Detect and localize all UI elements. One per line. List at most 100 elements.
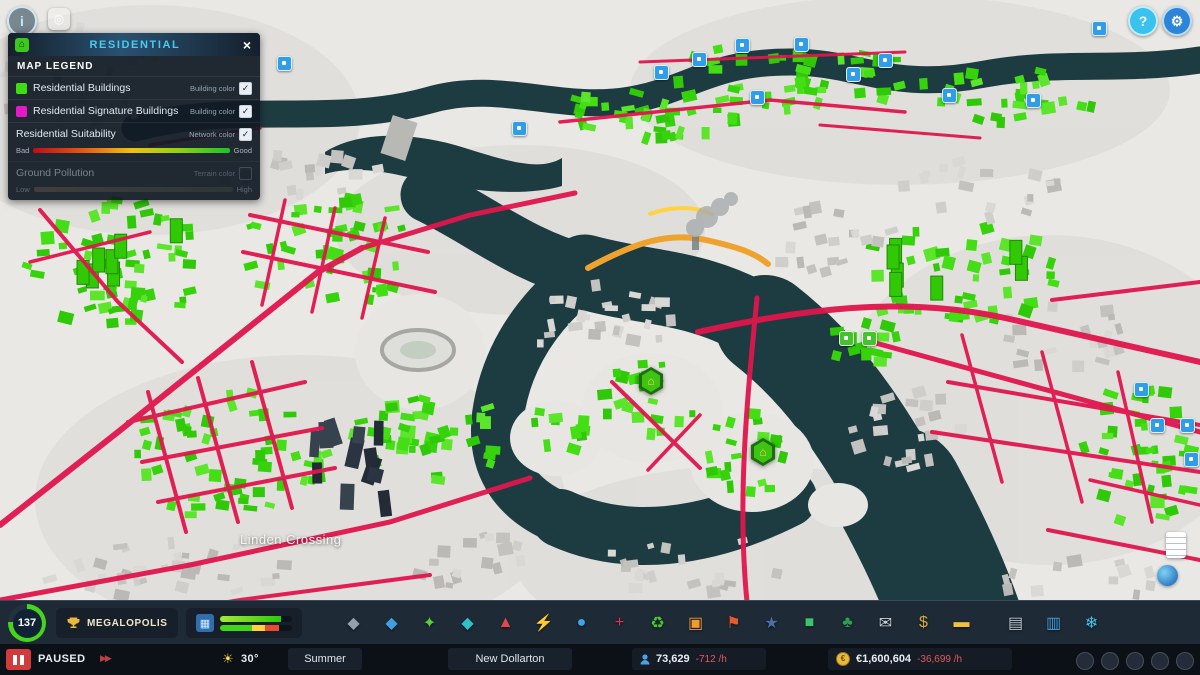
temperature-value: 30° xyxy=(241,653,259,665)
settings-button[interactable]: ⚙ xyxy=(1162,6,1192,36)
scale-min-label: Low xyxy=(16,185,30,194)
map-notification-marker[interactable] xyxy=(1150,418,1165,433)
network-color-checkbox[interactable]: ✓ xyxy=(239,127,252,141)
milestone-level-badge[interactable]: 137 xyxy=(8,604,46,642)
color-swatch xyxy=(16,82,27,94)
weather-icon: ☀ xyxy=(222,651,234,666)
toolbar-icon-climate[interactable]: ❄ xyxy=(1078,609,1105,636)
map-notification-marker[interactable] xyxy=(1092,21,1107,36)
money-rate: -36,699 /h xyxy=(917,653,963,665)
toggle-label: Terrain color xyxy=(193,168,235,178)
legend-label: Ground Pollution xyxy=(16,167,95,179)
toolbar-icon-production[interactable]: ▤ xyxy=(1002,609,1029,636)
toolbar-icon-parks[interactable]: ♣ xyxy=(834,609,861,636)
toolbar-icon-bulldozer[interactable]: ▬ xyxy=(948,609,975,636)
toolbar-icon-terraforming[interactable]: ▲ xyxy=(492,609,519,636)
legend-row-pollution: Ground Pollution Terrain color xyxy=(8,161,260,184)
map-notification-marker[interactable] xyxy=(735,38,750,53)
map-notification-marker[interactable] xyxy=(846,67,861,82)
pollution-gradient xyxy=(33,187,233,192)
toolbar-icon-communications[interactable]: ✉ xyxy=(872,609,899,636)
help-button[interactable]: ? xyxy=(1128,6,1158,36)
toolbar-icon-zoning[interactable]: ◆ xyxy=(340,609,367,636)
money-indicator[interactable]: € €1,600,604 -36,699 /h xyxy=(828,648,1012,670)
status-circle-button[interactable] xyxy=(1076,652,1094,670)
color-swatch xyxy=(16,105,27,117)
map-notification-marker[interactable] xyxy=(1184,452,1199,467)
toggle-label: Building color xyxy=(189,83,235,93)
status-circle-button[interactable] xyxy=(1101,652,1119,670)
rci-demand-bar xyxy=(220,624,292,631)
toolbar-icon-education[interactable]: ▣ xyxy=(682,609,709,636)
toolbar-icon-roads[interactable]: ◆ xyxy=(454,609,481,636)
legend-label: Residential Signature Buildings xyxy=(33,105,179,117)
pause-button[interactable] xyxy=(6,649,31,670)
map-notification-marker[interactable] xyxy=(1180,418,1195,433)
toolbar-icon-vegetation[interactable]: ✦ xyxy=(416,609,443,636)
demand-indicator[interactable]: ▦ xyxy=(186,608,302,638)
demand-bars xyxy=(220,615,292,631)
toolbar-icon-economy[interactable]: $ xyxy=(910,609,937,636)
panel-shortcuts: ▤ ▥ ❄ xyxy=(1002,609,1105,636)
toolbar-icon-statistics[interactable]: ▥ xyxy=(1040,609,1067,636)
map-notification-marker[interactable] xyxy=(692,52,707,67)
toolbar-icon-police[interactable]: ★ xyxy=(758,609,785,636)
toolbar-icon-garbage[interactable]: ♻ xyxy=(644,609,671,636)
trophy-icon xyxy=(67,617,80,628)
population-icon xyxy=(640,653,650,664)
toggle-label: Building color xyxy=(189,106,235,116)
legend-label: Residential Buildings xyxy=(33,82,131,94)
residential-icon: ⌂ xyxy=(15,37,29,52)
zone-hex-badge[interactable]: ⌂ xyxy=(751,438,775,466)
speed-controls[interactable]: ▶▶ xyxy=(100,653,112,664)
camera-focus-icon[interactable]: ◎ xyxy=(48,8,70,30)
money-value: €1,600,604 xyxy=(856,653,912,665)
building-color-checkbox[interactable]: ✓ xyxy=(239,81,252,95)
population-indicator[interactable]: 73,629 -712 /h xyxy=(632,648,766,670)
journal-button[interactable] xyxy=(1166,532,1186,558)
map-notification-marker[interactable] xyxy=(750,90,765,105)
season-indicator[interactable]: Summer xyxy=(288,648,362,670)
map-notification-marker[interactable] xyxy=(1134,382,1149,397)
status-circle-button[interactable] xyxy=(1126,652,1144,670)
main-toolbar: 137 MEGALOPOLIS ▦ ◆ ◆ ✦ ◆ ▲ ⚡ ● + ♻ ▣ ⚑ … xyxy=(0,600,1200,645)
map-notification-marker[interactable] xyxy=(277,56,292,71)
toolbar-icon-electricity[interactable]: ⚡ xyxy=(530,609,557,636)
map-notification-marker[interactable] xyxy=(1026,93,1041,108)
status-circle-button[interactable] xyxy=(1176,652,1194,670)
building-color-checkbox[interactable]: ✓ xyxy=(239,104,252,118)
milestone-name: MEGALOPOLIS xyxy=(87,617,168,629)
scale-max-label: High xyxy=(236,185,252,194)
terrain-color-checkbox[interactable] xyxy=(239,166,252,180)
milestone-button[interactable]: MEGALOPOLIS xyxy=(56,608,178,638)
pause-state-label: PAUSED xyxy=(38,653,86,665)
game-window: ⌂ ⌂ Linden Crossing i ◎ ? ⚙ ⌂ RESIDENTIA… xyxy=(0,0,1200,675)
toolbar-icon-healthcare[interactable]: + xyxy=(606,609,633,636)
map-notification-marker[interactable] xyxy=(942,88,957,103)
toolbar-icon-fire-rescue[interactable]: ⚑ xyxy=(720,609,747,636)
panel-title: RESIDENTIAL xyxy=(89,38,181,51)
toolbar-icon-transportation[interactable]: ■ xyxy=(796,609,823,636)
map-notification-marker[interactable] xyxy=(794,37,809,52)
money-icon: € xyxy=(836,652,850,666)
tool-categories: ◆ ◆ ✦ ◆ ▲ ⚡ ● + ♻ ▣ ⚑ ★ ■ ♣ ✉ $ ▬ xyxy=(340,609,975,636)
close-icon[interactable]: × xyxy=(241,37,253,53)
city-name[interactable]: New Dollarton xyxy=(448,648,572,670)
toolbar-icon-areas[interactable]: ◆ xyxy=(378,609,405,636)
level-number: 137 xyxy=(12,608,42,638)
map-notification-marker[interactable] xyxy=(512,121,527,136)
toolbar-icon-water[interactable]: ● xyxy=(568,609,595,636)
status-circle-button[interactable] xyxy=(1151,652,1169,670)
map-notification-marker[interactable] xyxy=(839,331,854,346)
pollution-scale: Low High xyxy=(8,184,260,200)
map-notification-marker[interactable] xyxy=(862,331,877,346)
map-notification-marker[interactable] xyxy=(878,53,893,68)
population-value: 73,629 xyxy=(656,653,690,665)
map-notification-marker[interactable] xyxy=(654,65,669,80)
legend-row-residential-buildings: Residential Buildings Building color ✓ xyxy=(8,76,260,99)
suitability-scale: Bad Good xyxy=(8,145,260,161)
chirper-button[interactable] xyxy=(1157,565,1178,586)
city-demand-icon: ▦ xyxy=(196,614,214,632)
zone-hex-badge[interactable]: ⌂ xyxy=(639,367,663,395)
info-button[interactable]: i xyxy=(7,6,37,36)
